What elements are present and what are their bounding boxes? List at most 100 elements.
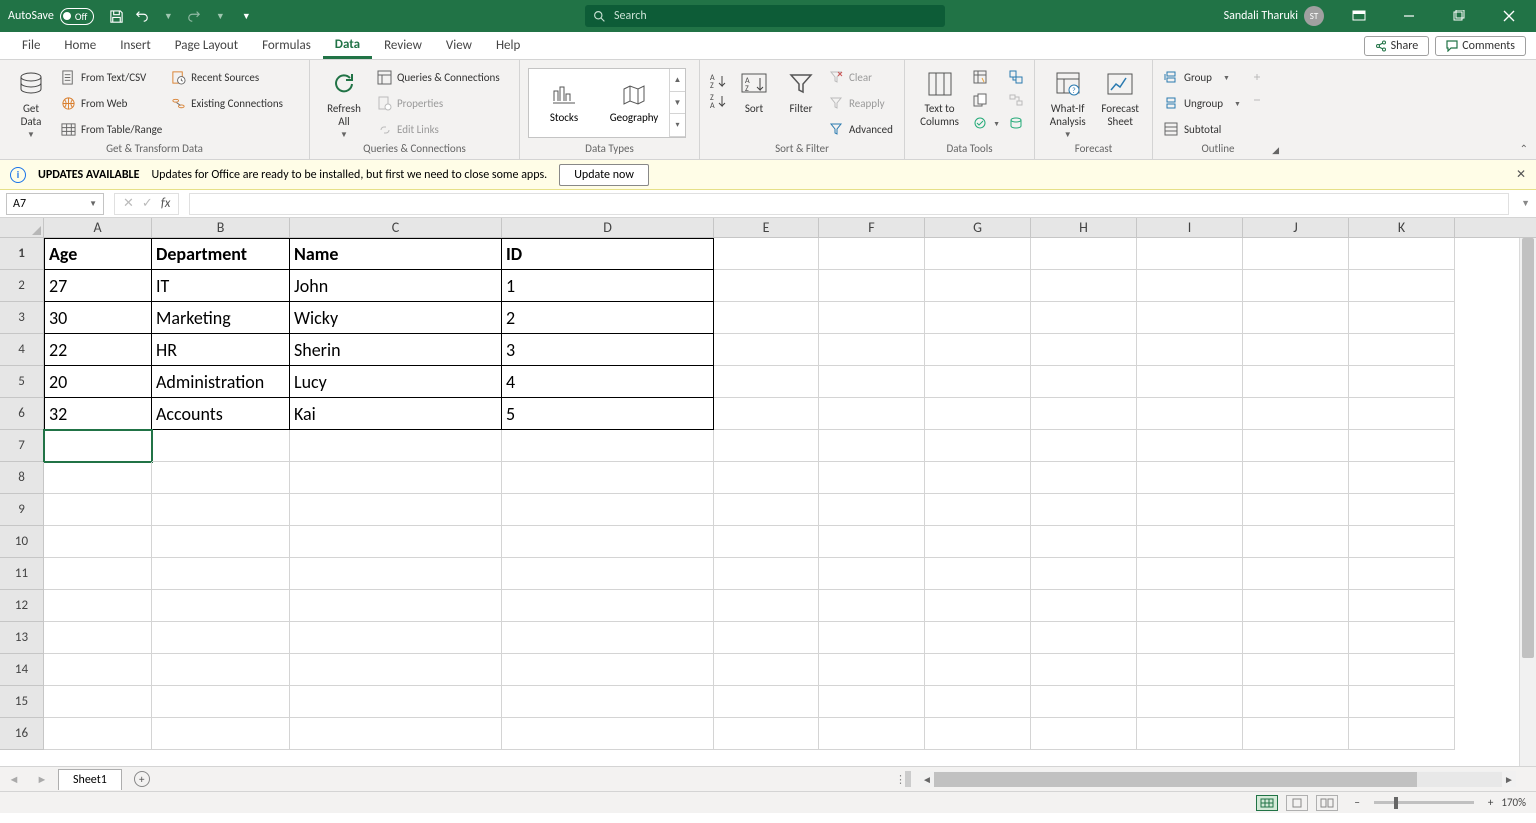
cell-K8[interactable] bbox=[1349, 462, 1455, 494]
cell-C12[interactable] bbox=[290, 590, 502, 622]
cell-D1[interactable]: ID bbox=[502, 238, 714, 270]
cell-B16[interactable] bbox=[152, 718, 290, 750]
data-validation-button[interactable]: ▼ bbox=[970, 112, 1002, 134]
remove-duplicates-button[interactable] bbox=[970, 89, 1002, 111]
cell-K5[interactable] bbox=[1349, 366, 1455, 398]
cell-A13[interactable] bbox=[44, 622, 152, 654]
cell-C10[interactable] bbox=[290, 526, 502, 558]
cell-A5[interactable]: 20 bbox=[44, 366, 152, 398]
subtotal-button[interactable]: Subtotal bbox=[1161, 118, 1243, 140]
cell-F9[interactable] bbox=[819, 494, 925, 526]
cell-I10[interactable] bbox=[1137, 526, 1243, 558]
cell-D7[interactable] bbox=[502, 430, 714, 462]
cell-G2[interactable] bbox=[925, 270, 1031, 302]
cell-B4[interactable]: HR bbox=[152, 334, 290, 366]
cell-I6[interactable] bbox=[1137, 398, 1243, 430]
cell-H3[interactable] bbox=[1031, 302, 1137, 334]
cell-I2[interactable] bbox=[1137, 270, 1243, 302]
cell-E2[interactable] bbox=[714, 270, 819, 302]
cell-D11[interactable] bbox=[502, 558, 714, 590]
cell-C4[interactable]: Sherin bbox=[290, 334, 502, 366]
redo-icon[interactable] bbox=[186, 8, 202, 24]
cell-K3[interactable] bbox=[1349, 302, 1455, 334]
group-button[interactable]: Group▼ bbox=[1161, 66, 1243, 88]
zoom-slider[interactable] bbox=[1374, 801, 1474, 804]
cell-I12[interactable] bbox=[1137, 590, 1243, 622]
consolidate-button[interactable] bbox=[1006, 66, 1026, 88]
zoom-in-button[interactable]: + bbox=[1488, 796, 1493, 809]
cell-C9[interactable] bbox=[290, 494, 502, 526]
cell-J16[interactable] bbox=[1243, 718, 1349, 750]
row-header[interactable]: 1 bbox=[0, 238, 44, 270]
cell-K13[interactable] bbox=[1349, 622, 1455, 654]
cell-A1[interactable]: Age bbox=[44, 238, 152, 270]
cell-I9[interactable] bbox=[1137, 494, 1243, 526]
share-button[interactable]: Share bbox=[1364, 36, 1430, 56]
formula-input[interactable] bbox=[189, 193, 1509, 215]
cell-A11[interactable] bbox=[44, 558, 152, 590]
cell-F11[interactable] bbox=[819, 558, 925, 590]
cell-D5[interactable]: 4 bbox=[502, 366, 714, 398]
row-header[interactable]: 5 bbox=[0, 366, 44, 398]
cell-C6[interactable]: Kai bbox=[290, 398, 502, 430]
cell-E16[interactable] bbox=[714, 718, 819, 750]
view-page-layout-button[interactable] bbox=[1286, 795, 1308, 811]
cell-H12[interactable] bbox=[1031, 590, 1137, 622]
cell-F4[interactable] bbox=[819, 334, 925, 366]
cell-H14[interactable] bbox=[1031, 654, 1137, 686]
cell-J15[interactable] bbox=[1243, 686, 1349, 718]
cell-K11[interactable] bbox=[1349, 558, 1455, 590]
cell-F16[interactable] bbox=[819, 718, 925, 750]
cell-J14[interactable] bbox=[1243, 654, 1349, 686]
cell-A15[interactable] bbox=[44, 686, 152, 718]
cell-B1[interactable]: Department bbox=[152, 238, 290, 270]
cell-C11[interactable] bbox=[290, 558, 502, 590]
cell-C15[interactable] bbox=[290, 686, 502, 718]
cell-D2[interactable]: 1 bbox=[502, 270, 714, 302]
cell-C7[interactable] bbox=[290, 430, 502, 462]
cell-H11[interactable] bbox=[1031, 558, 1137, 590]
cell-A16[interactable] bbox=[44, 718, 152, 750]
cell-I7[interactable] bbox=[1137, 430, 1243, 462]
account-control[interactable]: Sandali Tharuki ST bbox=[1216, 6, 1332, 26]
cell-A14[interactable] bbox=[44, 654, 152, 686]
cell-B11[interactable] bbox=[152, 558, 290, 590]
sheet-tab-sheet1[interactable]: Sheet1 bbox=[58, 769, 122, 790]
cell-G3[interactable] bbox=[925, 302, 1031, 334]
cell-B8[interactable] bbox=[152, 462, 290, 494]
cell-C13[interactable] bbox=[290, 622, 502, 654]
cell-I14[interactable] bbox=[1137, 654, 1243, 686]
cell-D10[interactable] bbox=[502, 526, 714, 558]
refresh-all-button[interactable]: Refresh All ▼ bbox=[318, 64, 370, 140]
undo-icon[interactable] bbox=[134, 8, 150, 24]
cell-H6[interactable] bbox=[1031, 398, 1137, 430]
cell-A8[interactable] bbox=[44, 462, 152, 494]
save-icon[interactable] bbox=[108, 8, 124, 24]
cell-H1[interactable] bbox=[1031, 238, 1137, 270]
cell-D14[interactable] bbox=[502, 654, 714, 686]
column-header-B[interactable]: B bbox=[152, 218, 290, 237]
cell-I1[interactable] bbox=[1137, 238, 1243, 270]
column-header-G[interactable]: G bbox=[925, 218, 1031, 237]
from-web-button[interactable]: From Web bbox=[58, 92, 164, 114]
cell-C16[interactable] bbox=[290, 718, 502, 750]
cell-K12[interactable] bbox=[1349, 590, 1455, 622]
cell-D6[interactable]: 5 bbox=[502, 398, 714, 430]
gallery-scroll[interactable]: ▲▼▾ bbox=[669, 69, 685, 137]
cell-A6[interactable]: 32 bbox=[44, 398, 152, 430]
cell-F10[interactable] bbox=[819, 526, 925, 558]
cell-B9[interactable] bbox=[152, 494, 290, 526]
cell-A3[interactable]: 30 bbox=[44, 302, 152, 334]
update-now-button[interactable]: Update now bbox=[559, 164, 649, 186]
cell-C14[interactable] bbox=[290, 654, 502, 686]
cell-E3[interactable] bbox=[714, 302, 819, 334]
cell-E9[interactable] bbox=[714, 494, 819, 526]
grid-body[interactable]: 1AgeDepartmentNameID227ITJohn1330Marketi… bbox=[0, 238, 1536, 766]
row-header[interactable]: 10 bbox=[0, 526, 44, 558]
cell-G6[interactable] bbox=[925, 398, 1031, 430]
cell-C8[interactable] bbox=[290, 462, 502, 494]
chevron-down-icon[interactable]: ▼ bbox=[89, 199, 97, 209]
cell-A4[interactable]: 22 bbox=[44, 334, 152, 366]
autosave-control[interactable]: AutoSave Off bbox=[8, 8, 94, 25]
cell-B13[interactable] bbox=[152, 622, 290, 654]
